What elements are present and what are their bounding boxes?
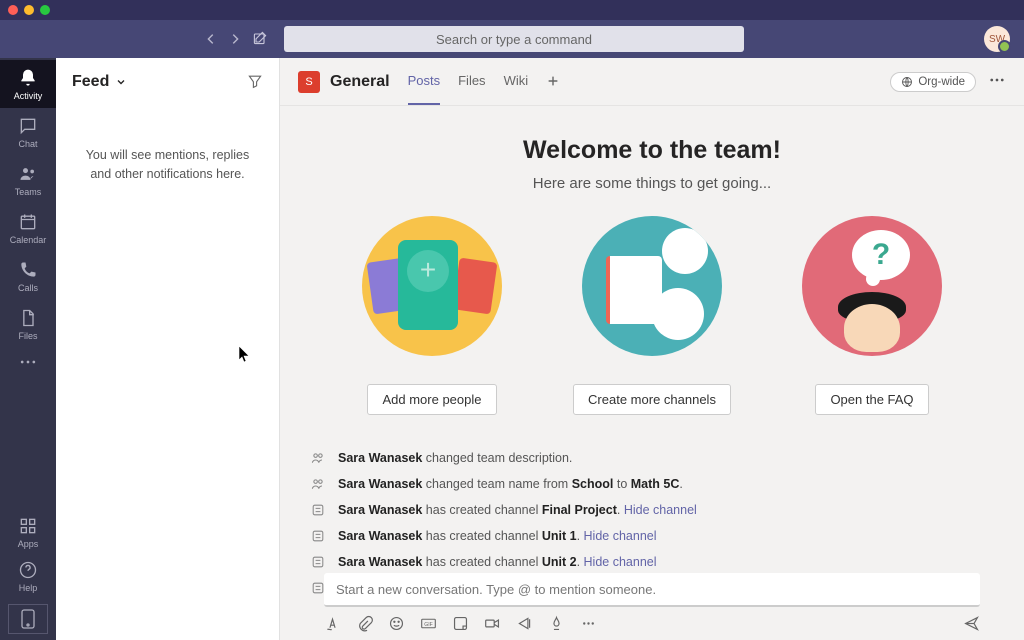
app-rail: Activity Chat Teams Calendar Calls Files [0, 58, 56, 640]
welcome-subtitle: Here are some things to get going... [310, 175, 994, 192]
window-controls [8, 5, 50, 15]
compose-toolbar: GIF [324, 615, 980, 632]
svg-text:GIF: GIF [424, 622, 433, 628]
compose-button[interactable] [252, 30, 268, 49]
create-channels-illustration [582, 216, 722, 356]
scope-pill[interactable]: Org-wide [890, 72, 976, 92]
rail-calls[interactable]: Calls [0, 252, 56, 300]
team-tile[interactable]: S [298, 71, 320, 93]
rail-help[interactable]: Help [0, 554, 56, 598]
feed-empty-state: You will see mentions, replies and other… [56, 106, 279, 224]
tab-posts[interactable]: Posts [408, 58, 441, 105]
log-row: Sara Wanasek changed team name from Scho… [310, 471, 994, 497]
send-icon[interactable] [963, 615, 980, 632]
channel-content: Welcome to the team! Here are some thing… [280, 106, 1024, 640]
log-row: Sara Wanasek changed team description. [310, 445, 994, 471]
compose-input[interactable]: Start a new conversation. Type @ to ment… [324, 573, 980, 607]
app-header: Search or type a command SW [0, 20, 1024, 58]
bell-icon [18, 68, 38, 88]
hide-channel-link[interactable]: Hide channel [584, 555, 657, 569]
close-window-icon[interactable] [8, 5, 18, 15]
rail-chat[interactable]: Chat [0, 108, 56, 156]
add-people-illustration [362, 216, 502, 356]
card-create-channels: Create more channels [567, 216, 737, 415]
channel-overflow[interactable] [988, 71, 1006, 92]
feed-panel: Feed You will see mentions, replies and … [56, 58, 280, 640]
help-icon [18, 560, 38, 580]
rail-device[interactable] [8, 604, 48, 634]
log-row: Sara Wanasek has created channel Final P… [310, 497, 994, 523]
emoji-icon[interactable] [388, 615, 405, 632]
rail-apps[interactable]: Apps [0, 510, 56, 554]
channel-main: S General Posts Files Wiki Org-wide [280, 58, 1024, 640]
log-row: Sara Wanasek has created channel Unit 1.… [310, 523, 994, 549]
praise-icon[interactable] [548, 615, 565, 632]
channel-tabs: Posts Files Wiki [408, 58, 561, 105]
profile-avatar[interactable]: SW [984, 26, 1010, 52]
channel-name: General [330, 73, 390, 91]
funnel-icon [247, 73, 263, 89]
format-icon[interactable] [324, 615, 341, 632]
chevron-down-icon [115, 76, 127, 88]
log-row: Sara Wanasek has created channel Unit 2.… [310, 549, 994, 575]
more-icon [988, 71, 1006, 89]
meet-icon[interactable] [484, 615, 501, 632]
stream-icon[interactable] [516, 615, 533, 632]
open-faq-illustration: ? [802, 216, 942, 356]
maximize-window-icon[interactable] [40, 5, 50, 15]
filter-button[interactable] [247, 73, 263, 92]
tab-add[interactable] [546, 58, 560, 105]
minimize-window-icon[interactable] [24, 5, 34, 15]
gif-icon[interactable]: GIF [420, 615, 437, 632]
welcome-title: Welcome to the team! [310, 136, 994, 165]
tab-files[interactable]: Files [458, 58, 485, 105]
back-icon[interactable] [204, 32, 218, 46]
device-icon [21, 609, 35, 629]
attach-icon[interactable] [356, 615, 373, 632]
hide-channel-link[interactable]: Hide channel [624, 503, 697, 517]
rail-calendar[interactable]: Calendar [0, 204, 56, 252]
search-placeholder: Search or type a command [436, 32, 592, 47]
titlebar [0, 0, 1024, 20]
composer: Start a new conversation. Type @ to ment… [280, 573, 1024, 640]
welcome-block: Welcome to the team! Here are some thing… [310, 136, 994, 415]
card-open-faq: ? Open the FAQ [787, 216, 957, 415]
compose-more-icon[interactable] [580, 615, 597, 632]
forward-icon[interactable] [228, 32, 242, 46]
teams-icon [18, 164, 38, 184]
plus-icon [546, 74, 560, 88]
hide-channel-link[interactable]: Hide channel [584, 529, 657, 543]
sticker-icon[interactable] [452, 615, 469, 632]
feed-dropdown[interactable]: Feed [72, 73, 127, 91]
search-input[interactable]: Search or type a command [284, 26, 744, 52]
rail-more[interactable] [18, 352, 38, 375]
rail-teams[interactable]: Teams [0, 156, 56, 204]
add-people-button[interactable]: Add more people [367, 384, 496, 415]
channel-header: S General Posts Files Wiki Org-wide [280, 58, 1024, 106]
calendar-icon [18, 212, 38, 232]
compose-placeholder: Start a new conversation. Type @ to ment… [336, 582, 656, 597]
more-icon [18, 352, 38, 372]
tab-wiki[interactable]: Wiki [504, 58, 529, 105]
phone-icon [18, 260, 38, 280]
create-channels-button[interactable]: Create more channels [573, 384, 731, 415]
card-add-people: Add more people [347, 216, 517, 415]
apps-icon [18, 516, 38, 536]
files-icon [18, 308, 38, 328]
rail-activity[interactable]: Activity [0, 60, 56, 108]
chat-icon [18, 116, 38, 136]
globe-icon [901, 76, 913, 88]
open-faq-button[interactable]: Open the FAQ [815, 384, 928, 415]
rail-files[interactable]: Files [0, 300, 56, 348]
nav-buttons [204, 32, 242, 46]
